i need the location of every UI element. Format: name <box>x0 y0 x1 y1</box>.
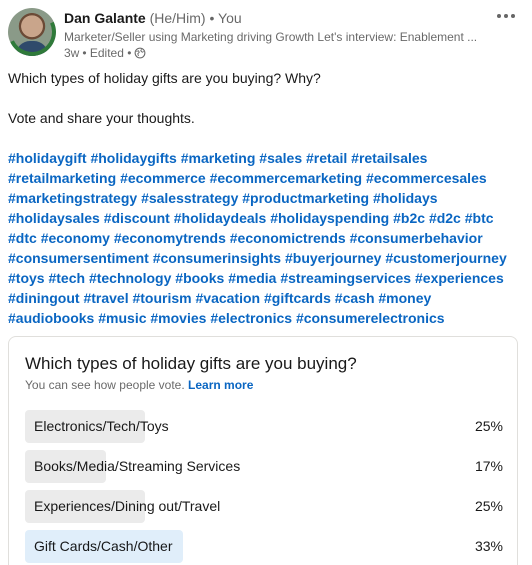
hashtag-link[interactable]: #cash <box>335 290 375 306</box>
hashtag-link[interactable]: #discount <box>104 210 170 226</box>
globe-icon <box>135 47 146 59</box>
author-you-label: You <box>218 10 242 26</box>
hashtag-link[interactable]: #media <box>228 270 276 286</box>
author-name[interactable]: Dan Galante <box>64 10 146 26</box>
hashtag-link[interactable]: #ecommercemarketing <box>210 170 363 186</box>
hashtag-link[interactable]: #vacation <box>196 290 261 306</box>
hashtag-link[interactable]: #books <box>175 270 224 286</box>
hashtag-link[interactable]: #btc <box>465 210 494 226</box>
hashtag-link[interactable]: #consumerbehavior <box>350 230 483 246</box>
hashtag-link[interactable]: #buyerjourney <box>285 250 381 266</box>
poll-option-percent: 17% <box>474 458 503 474</box>
hashtag-link[interactable]: #ecommerce <box>120 170 206 186</box>
hashtag-link[interactable]: #productmarketing <box>242 190 369 206</box>
hashtag-link[interactable]: #tech <box>48 270 85 286</box>
hashtag-link[interactable]: #retailsales <box>351 150 427 166</box>
hashtag-link[interactable]: #consumerelectronics <box>296 310 445 326</box>
post-edited: • Edited • <box>82 46 132 60</box>
poll-option[interactable]: Electronics/Tech/Toys 25% <box>25 410 503 443</box>
hashtag-link[interactable]: #sales <box>259 150 302 166</box>
hashtag-link[interactable]: #holidaysales <box>8 210 100 226</box>
hashtag-link[interactable]: #toys <box>8 270 45 286</box>
poll-option-label: Gift Cards/Cash/Other <box>34 538 173 554</box>
post-line-cta: Vote and share your thoughts. <box>8 110 195 126</box>
poll-option-label: Experiences/Dining out/Travel <box>34 498 221 514</box>
hashtag-link[interactable]: #tourism <box>132 290 191 306</box>
hashtag-link[interactable]: #experiences <box>415 270 504 286</box>
poll-option-label: Books/Media/Streaming Services <box>34 458 241 474</box>
hashtag-link[interactable]: #holidays <box>373 190 438 206</box>
hashtag-link[interactable]: #travel <box>83 290 128 306</box>
hashtag-link[interactable]: #marketingstrategy <box>8 190 137 206</box>
post-header: Dan Galante (He/Him) • You Marketer/Sell… <box>8 7 524 62</box>
hashtag-link[interactable]: #consumerinsights <box>153 250 281 266</box>
hashtag-link[interactable]: #d2c <box>429 210 461 226</box>
more-options-icon[interactable] <box>492 5 520 27</box>
hashtag-link[interactable]: #economy <box>41 230 110 246</box>
hashtag-link[interactable]: #electronics <box>210 310 292 326</box>
poll-note: You can see how people vote. Learn more <box>25 378 253 392</box>
hashtag-link[interactable]: #dtc <box>8 230 37 246</box>
poll-option[interactable]: Experiences/Dining out/Travel 25% <box>25 490 503 523</box>
hashtag-link[interactable]: #economictrends <box>230 230 346 246</box>
hashtag-link[interactable]: #technology <box>89 270 171 286</box>
post-body: Which types of holiday gifts are you buy… <box>8 68 520 328</box>
poll-option-percent: 25% <box>474 498 503 514</box>
hashtag-list: #holidaygift #holidaygifts #marketing #s… <box>8 148 520 328</box>
hashtag-link[interactable]: #marketing <box>181 150 256 166</box>
hashtag-link[interactable]: #music <box>98 310 146 326</box>
hashtag-link[interactable]: #b2c <box>393 210 425 226</box>
hashtag-link[interactable]: #economytrends <box>114 230 226 246</box>
author-headline: Marketer/Seller using Marketing driving … <box>64 30 478 44</box>
author-pronouns: (He/Him) <box>149 10 206 26</box>
hashtag-link[interactable]: #retailmarketing <box>8 170 116 186</box>
author-line: Dan Galante (He/Him) • You <box>64 10 242 26</box>
hashtag-link[interactable]: #holidayspending <box>270 210 389 226</box>
poll-note-text: You can see how people vote. <box>25 378 185 392</box>
learn-more-link[interactable]: Learn more <box>188 378 253 392</box>
hashtag-link[interactable]: #movies <box>150 310 206 326</box>
hashtag-link[interactable]: #holidaydeals <box>174 210 267 226</box>
hashtag-link[interactable]: #streamingservices <box>280 270 411 286</box>
open-to-work-ring <box>8 8 56 56</box>
poll-card: Which types of holiday gifts are you buy… <box>8 336 518 565</box>
hashtag-link[interactable]: #diningout <box>8 290 80 306</box>
hashtag-link[interactable]: #retail <box>306 150 347 166</box>
hashtag-link[interactable]: #giftcards <box>264 290 331 306</box>
poll-question: Which types of holiday gifts are you buy… <box>25 354 357 373</box>
post-meta: 3w • Edited • <box>64 46 146 60</box>
hashtag-link[interactable]: #audiobooks <box>8 310 94 326</box>
hashtag-link[interactable]: #holidaygift <box>8 150 87 166</box>
poll-option-percent: 33% <box>474 538 503 554</box>
hashtag-link[interactable]: #consumersentiment <box>8 250 149 266</box>
hashtag-link[interactable]: #customerjourney <box>385 250 506 266</box>
post-time: 3w <box>64 46 80 60</box>
hashtag-link[interactable]: #holidaygifts <box>90 150 176 166</box>
poll-option[interactable]: Gift Cards/Cash/Other 33% <box>25 530 503 563</box>
poll-option-label: Electronics/Tech/Toys <box>34 418 169 434</box>
hashtag-link[interactable]: #ecommercesales <box>366 170 487 186</box>
poll-option[interactable]: Books/Media/Streaming Services 17% <box>25 450 503 483</box>
hashtag-link[interactable]: #salesstrategy <box>141 190 238 206</box>
author-separator: • <box>209 10 215 26</box>
post-line-question: Which types of holiday gifts are you buy… <box>8 70 321 86</box>
poll-option-percent: 25% <box>474 418 503 434</box>
hashtag-link[interactable]: #money <box>378 290 431 306</box>
avatar[interactable] <box>8 8 56 56</box>
